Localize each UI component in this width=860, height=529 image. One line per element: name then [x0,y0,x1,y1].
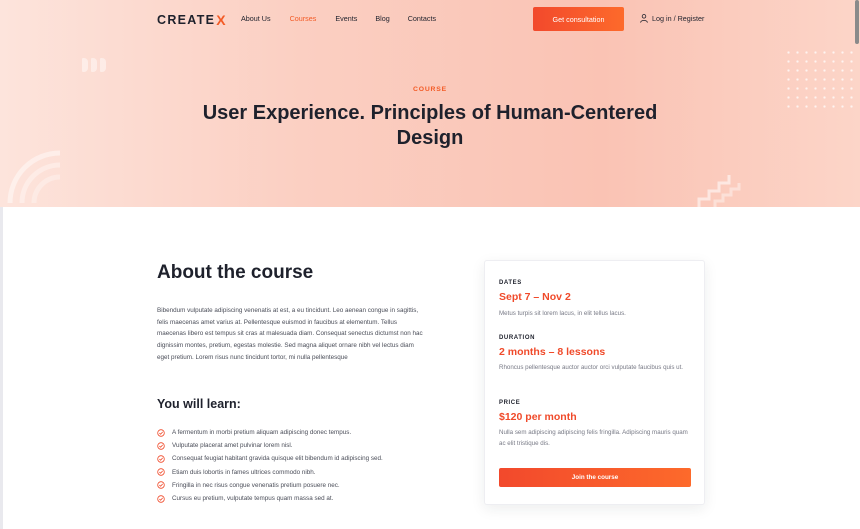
about-course-text: Bibendum vulputate adipiscing venenatis … [157,307,423,361]
nav-blog[interactable]: Blog [375,14,389,23]
check-circle-icon [157,494,165,503]
learn-item-text: Etiam duis lobortis in fames ultrices co… [172,468,316,476]
price-label: PRICE [499,400,521,406]
dot-grid-decoration [784,48,856,112]
chevron-decoration-icon [82,58,106,72]
nav-contacts[interactable]: Contacts [408,14,436,23]
dates-value: Sept 7 – Nov 2 [499,291,571,303]
login-label: Log in / Register [652,14,705,23]
duration-label: DURATION [499,335,536,341]
list-item: Fringilla in nec risus congue venenatis … [157,479,383,492]
main-nav: About Us Courses Events Blog Contacts [241,14,436,23]
learn-item-text: A fermentum in morbi pretium aliquam adi… [172,429,352,437]
staircase-decoration-icon [697,175,741,207]
list-item: Cursus eu pretium, vulputate tempus quam… [157,492,383,505]
check-circle-icon [157,468,165,476]
dates-label: DATES [499,280,522,286]
learn-item-text: Vulputate placerat amet pulvinar lorem n… [172,442,293,450]
learn-list: A fermentum in morbi pretium aliquam adi… [157,426,383,505]
check-circle-icon [157,442,165,450]
user-icon [640,14,648,23]
list-item: Vulputate placerat amet pulvinar lorem n… [157,439,383,452]
hero-kicker: COURSE [413,86,447,93]
logo[interactable]: CREATE X [157,12,227,28]
page-title: User Experience. Principles of Human-Cen… [202,102,658,149]
duration-description: Rhoncus pellentesque auctor auctor orci … [499,364,684,371]
nav-about-us[interactable]: About Us [241,14,271,23]
learn-item-text: Consequat feugiat habitant gravida quisq… [172,455,383,463]
about-course-heading: About the course [157,262,314,283]
logo-x-icon: X [216,12,227,28]
course-info-card: DATES Sept 7 – Nov 2 Metus turpis sit lo… [484,260,705,505]
arc-decoration-icon [7,150,61,204]
learn-item-text: Fringilla in nec risus congue venenatis … [172,481,340,489]
price-description: Nulla sem adipiscing adipiscing felis fr… [499,429,688,447]
price-value: $120 per month [499,411,577,423]
login-register-link[interactable]: Log in / Register [640,14,704,23]
duration-value: 2 months – 8 lessons [499,346,606,358]
list-item: Etiam duis lobortis in fames ultrices co… [157,466,383,479]
get-consultation-button[interactable]: Get consultation [533,7,624,31]
nav-events[interactable]: Events [335,14,357,23]
check-circle-icon [157,428,165,437]
nav-courses[interactable]: Courses [290,14,317,23]
logo-text: CREATE [157,13,216,27]
list-item: A fermentum in morbi pretium aliquam adi… [157,426,383,439]
join-course-button[interactable]: Join the course [499,468,691,487]
list-item: Consequat feugiat habitant gravida quisq… [157,452,383,465]
scrollbar-thumb[interactable] [855,0,859,44]
you-will-learn-heading: You will learn: [157,397,241,411]
learn-item-text: Cursus eu pretium, vulputate tempus quam… [172,495,334,503]
check-circle-icon [157,481,165,490]
dates-description: Metus turpis sit lorem lacus, in elit te… [499,310,626,317]
hero-section: CREATE X About Us Courses Events Blog Co… [0,0,860,207]
check-circle-icon [157,455,165,463]
